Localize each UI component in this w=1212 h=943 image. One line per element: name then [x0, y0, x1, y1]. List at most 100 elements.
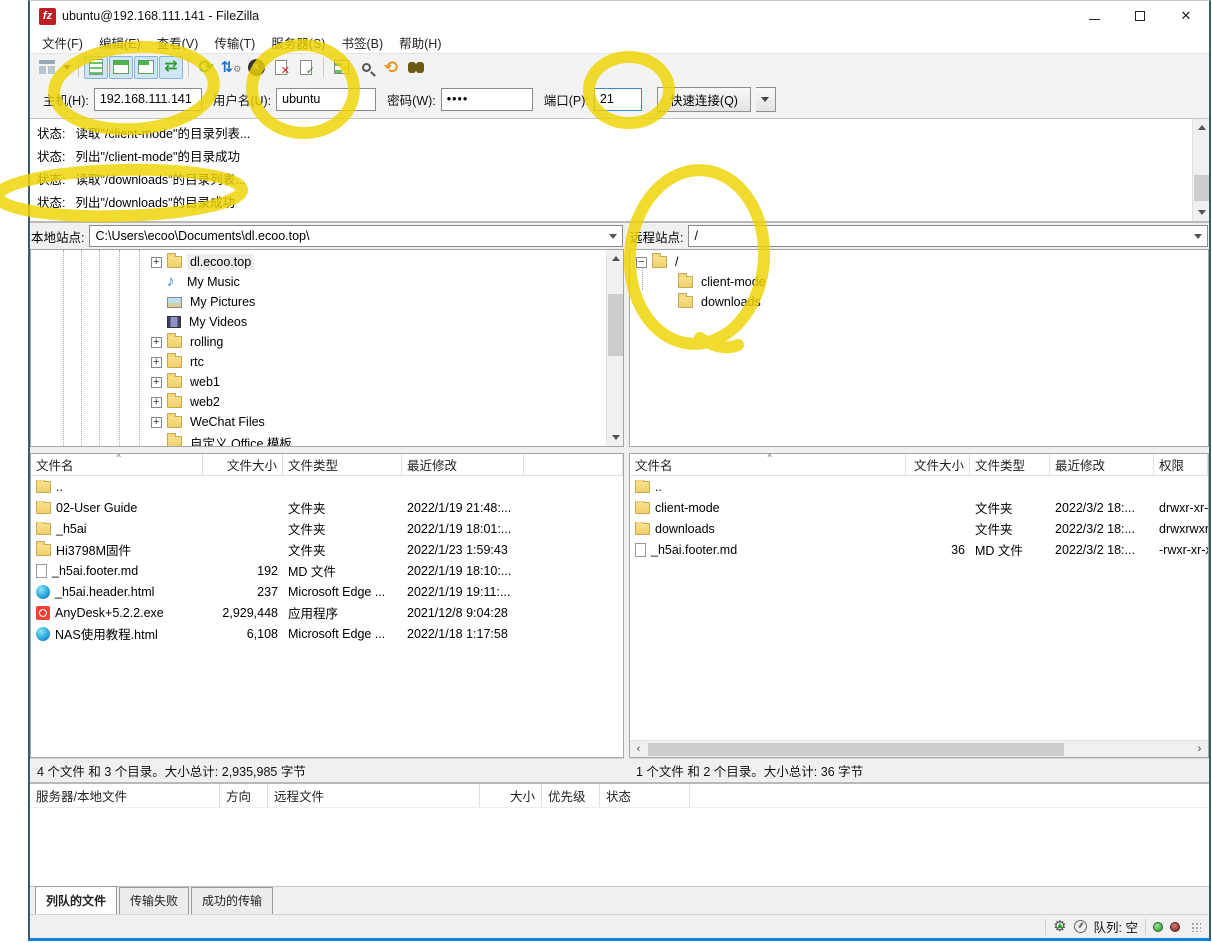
column-header-permissions[interactable]: 权限	[1154, 454, 1208, 475]
tree-item[interactable]: downloads	[630, 292, 1208, 312]
toggle-local-tree-button[interactable]	[109, 56, 133, 79]
queue-tab[interactable]: 列队的文件	[35, 886, 117, 914]
file-row[interactable]: ..	[630, 476, 1208, 497]
file-row[interactable]: NAS使用教程.html 6,108 Microsoft Edge ... 20…	[31, 623, 623, 644]
scroll-up-icon[interactable]	[1193, 119, 1210, 136]
file-row[interactable]: ..	[31, 476, 623, 497]
tree-item[interactable]: WeChat Files	[31, 412, 623, 432]
toggle-transfer-queue-button[interactable]: ⇄	[159, 56, 183, 79]
file-row[interactable]: downloads 文件夹 2022/3/2 18:... drwxrwxrwx	[630, 518, 1208, 539]
tree-scroll-thumb[interactable]	[608, 294, 623, 356]
close-button[interactable]: ✕	[1163, 1, 1209, 31]
directory-comparison-button[interactable]	[329, 56, 353, 79]
queue-col-size[interactable]: 大小	[480, 784, 542, 807]
local-tree-scrollbar[interactable]	[606, 250, 623, 446]
file-row[interactable]: _h5ai.footer.md 192 MD 文件 2022/1/19 18:1…	[31, 560, 623, 581]
filename-filters-button[interactable]	[354, 56, 378, 79]
expander-icon[interactable]	[151, 417, 162, 428]
scroll-right-icon[interactable]: ›	[1191, 741, 1208, 758]
maximize-button[interactable]	[1117, 1, 1163, 31]
find-files-button[interactable]	[404, 56, 428, 79]
file-row[interactable]: 02-User Guide 文件夹 2022/1/19 21:48:...	[31, 497, 623, 518]
file-row[interactable]: AnyDesk+5.2.2.exe 2,929,448 应用程序 2021/12…	[31, 602, 623, 623]
minimize-button[interactable]	[1071, 1, 1117, 31]
tree-item[interactable]: My Pictures	[31, 292, 623, 312]
process-queue-button[interactable]: ⇅⚙	[219, 56, 243, 79]
menu-item[interactable]: 帮助(H)	[391, 31, 449, 54]
queue-col-remote[interactable]: 远程文件	[268, 784, 480, 807]
queue-tab[interactable]: 传输失败	[119, 887, 189, 914]
column-header-modified[interactable]: 最近修改	[1050, 454, 1154, 475]
column-header-name[interactable]: 文件名^	[630, 454, 906, 475]
queue-col-direction[interactable]: 方向	[220, 784, 268, 807]
menu-item[interactable]: 服务器(S)	[263, 31, 333, 54]
host-input[interactable]	[94, 88, 202, 111]
site-manager-button[interactable]	[35, 56, 59, 79]
item-icon	[167, 376, 182, 388]
menu-item[interactable]: 传输(T)	[206, 31, 263, 54]
scroll-down-icon[interactable]	[607, 429, 624, 446]
tree-item[interactable]: My Music	[31, 272, 623, 292]
tree-item[interactable]: /	[630, 252, 1208, 272]
synchronized-browsing-button[interactable]: ⟲	[379, 56, 403, 79]
tree-item[interactable]: web2	[31, 392, 623, 412]
expander-icon[interactable]	[151, 397, 162, 408]
queue-col-priority[interactable]: 优先级	[542, 784, 600, 807]
scroll-left-icon[interactable]: ‹	[630, 741, 647, 758]
tree-item[interactable]: rolling	[31, 332, 623, 352]
log-scroll-thumb[interactable]	[1194, 175, 1209, 201]
column-header-type[interactable]: 文件类型	[970, 454, 1050, 475]
hscroll-thumb[interactable]	[648, 743, 1064, 756]
quickconnect-button[interactable]: 快速连接(Q)	[657, 87, 751, 112]
file-row[interactable]: _h5ai 文件夹 2022/1/19 18:01:...	[31, 518, 623, 539]
reconnect-button[interactable]: ✓	[294, 56, 318, 79]
column-header-size[interactable]: 文件大小	[203, 454, 283, 475]
toggle-message-log-button[interactable]	[84, 56, 108, 79]
tree-item[interactable]: 自定义 Office 模板	[31, 432, 623, 447]
file-row[interactable]: _h5ai.header.html 237 Microsoft Edge ...…	[31, 581, 623, 602]
tree-item[interactable]: dl.ecoo.top	[31, 252, 623, 272]
remote-path-combobox[interactable]: /	[688, 225, 1208, 247]
expander-icon[interactable]	[151, 337, 162, 348]
column-header-modified[interactable]: 最近修改	[402, 454, 524, 475]
queue-tab[interactable]: 成功的传输	[191, 887, 273, 914]
queue-col-status[interactable]: 状态	[600, 784, 690, 807]
queue-processing-icon[interactable]: ⚙	[1053, 919, 1066, 934]
expander-icon[interactable]	[151, 377, 162, 388]
local-path-combobox[interactable]: C:\Users\ecoo\Documents\dl.ecoo.top\	[89, 225, 623, 247]
cancel-operation-button[interactable]: ✕	[244, 56, 268, 79]
speed-limit-gauge-icon[interactable]	[1074, 920, 1087, 933]
column-header-size[interactable]: 文件大小	[906, 454, 970, 475]
menu-item[interactable]: 编辑(E)	[91, 31, 149, 54]
file-row[interactable]: Hi3798M固件 文件夹 2022/1/23 1:59:43	[31, 539, 623, 560]
disconnect-button[interactable]: ✕	[269, 56, 293, 79]
column-header-name[interactable]: 文件名^	[31, 454, 203, 475]
menu-item[interactable]: 查看(V)	[149, 31, 207, 54]
username-input[interactable]	[276, 88, 376, 111]
site-manager-dropdown[interactable]	[60, 56, 73, 79]
log-scrollbar[interactable]	[1192, 119, 1209, 221]
file-row[interactable]: client-mode 文件夹 2022/3/2 18:... drwxr-xr…	[630, 497, 1208, 518]
file-row[interactable]: _h5ai.footer.md 36 MD 文件 2022/3/2 18:...…	[630, 539, 1208, 560]
queue-col-server-local[interactable]: 服务器/本地文件	[30, 784, 220, 807]
expander-icon[interactable]	[636, 257, 647, 268]
toggle-remote-tree-button[interactable]	[134, 56, 158, 79]
file-icon	[36, 585, 50, 599]
expander-icon[interactable]	[151, 357, 162, 368]
menu-item[interactable]: 书签(B)	[333, 31, 391, 54]
port-input[interactable]	[594, 88, 642, 111]
tree-item[interactable]: rtc	[31, 352, 623, 372]
column-header-type[interactable]: 文件类型	[283, 454, 402, 475]
refresh-button[interactable]: ⟳	[194, 56, 218, 79]
quickconnect-dropdown[interactable]	[756, 87, 776, 112]
tree-item[interactable]: client-mode	[630, 272, 1208, 292]
password-input[interactable]	[441, 88, 533, 111]
resize-grip[interactable]	[1191, 922, 1201, 932]
tree-item[interactable]: My Videos	[31, 312, 623, 332]
scroll-up-icon[interactable]	[607, 250, 624, 267]
scroll-down-icon[interactable]	[1193, 204, 1210, 221]
tree-item[interactable]: web1	[31, 372, 623, 392]
remote-list-hscrollbar[interactable]: ‹ ›	[630, 740, 1208, 757]
menu-item[interactable]: 文件(F)	[34, 31, 91, 54]
expander-icon[interactable]	[151, 257, 162, 268]
